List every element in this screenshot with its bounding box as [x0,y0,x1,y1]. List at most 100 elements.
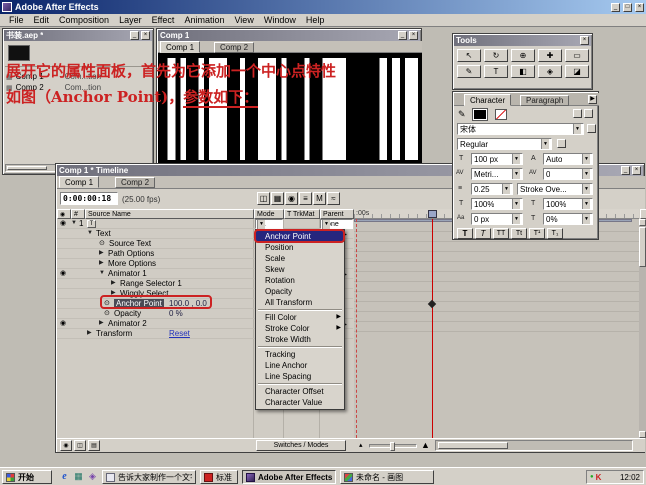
menu-item-rotation[interactable]: Rotation [256,275,344,286]
property-label[interactable]: Range Selector 1 [120,279,182,288]
project-scroll-thumb[interactable] [7,166,47,170]
menu-item-tracking[interactable]: Tracking [256,349,344,360]
tools-close-button[interactable]: × [580,36,589,45]
menu-item-stroke-width[interactable]: Stroke Width [256,334,344,345]
task-paint[interactable]: 未命名 - 画图 [340,470,434,484]
blend-mode-select[interactable]: N.. ▼ [255,219,283,229]
twirl-icon[interactable]: ▶ [87,329,92,338]
property-label[interactable]: Animator 1 [108,269,147,278]
twirl-icon[interactable]: ▼ [99,269,105,278]
type-tool-button[interactable]: T [484,65,508,78]
timeline-close-button[interactable]: × [632,166,641,175]
switches-modes-button[interactable]: Switches / Modes [256,440,346,451]
property-value[interactable]: 0 % [169,309,183,318]
project-panel-titlebar[interactable]: 书装.aep * _ × [4,30,152,41]
default-colors-button[interactable] [584,109,593,118]
menu-item-all-transform[interactable]: All Transform [256,297,344,308]
stroke-color-swatch[interactable] [495,109,507,120]
property-label[interactable]: Source Text [109,239,151,248]
menu-item-skew[interactable]: Skew [256,264,344,275]
app-titlebar[interactable]: Adobe After Effects _ □ × [0,0,646,14]
frame-blend-button[interactable]: ≡ [299,192,312,205]
parent-select[interactable]: ◎ None ▼ [320,219,353,229]
menu-item-character-value[interactable]: Character Value [256,397,344,408]
eraser-tool-button[interactable]: ◪ [565,65,589,78]
subscript-button[interactable]: T₁ [547,228,563,239]
flowchart-button[interactable]: ◫ [257,192,270,205]
project-minimize-button[interactable]: _ [130,31,139,40]
font-style-select[interactable]: Regular ▼ [457,138,552,150]
tsume-select[interactable]: 0% ▼ [543,213,593,225]
font-family-select[interactable]: 宋体 ▼ [457,123,584,135]
menu-item-scale[interactable]: Scale [256,253,344,264]
horizontal-scale-select[interactable]: 100% ▼ [543,198,593,210]
faux-italic-button[interactable]: T [475,228,491,239]
stopwatch-icon[interactable]: ⊙ [104,309,110,318]
menu-item-opacity[interactable]: Opacity [256,286,344,297]
menu-view[interactable]: View [229,15,258,25]
composition-titlebar[interactable]: Comp 1 _ × [158,30,420,41]
eye-icon[interactable]: ◉ [60,219,66,228]
twirl-icon[interactable]: ▶ [111,279,116,288]
baseline-shift-select[interactable]: 0 px ▼ [471,213,523,225]
eye-icon[interactable]: ◉ [60,319,66,328]
twirl-icon[interactable]: ▶ [99,259,104,268]
start-button[interactable]: 开始 [2,470,52,484]
tracking-select[interactable]: 0 ▼ [543,168,593,180]
leading-select[interactable]: Auto ▼ [543,153,593,165]
pane-toggle-button-1[interactable]: ◉ [60,440,72,451]
superscript-button[interactable]: T¹ [529,228,545,239]
close-button[interactable]: × [635,2,644,12]
minimize-button[interactable]: _ [611,2,620,12]
current-time-indicator-line[interactable] [432,219,433,438]
composition-tab-comp2[interactable]: Comp 2 [214,42,255,53]
tab-paragraph[interactable]: Paragraph [520,95,570,106]
font-stepper[interactable] [587,124,596,133]
rotation-tool-button[interactable]: ↻ [484,49,508,62]
menu-item-line-spacing[interactable]: Line Spacing [256,371,344,382]
zoom-slider-thumb[interactable] [390,442,395,451]
all-caps-button[interactable]: TT [493,228,509,239]
menu-window[interactable]: Window [259,15,301,25]
menu-item-line-anchor[interactable]: Line Anchor [256,360,344,371]
current-time-indicator-handle[interactable] [428,210,437,218]
pen-tool-button[interactable]: ✎ [457,65,481,78]
twirl-icon[interactable]: ▶ [99,319,104,328]
small-caps-button[interactable]: Tt [511,228,527,239]
eyedropper-icon[interactable]: ✎ [458,109,466,120]
menu-layer[interactable]: Layer [114,15,147,25]
timeline-tab-comp2[interactable]: Comp 2 [115,177,156,188]
pan-behind-tool-button[interactable]: ✚ [538,49,562,62]
menu-edit[interactable]: Edit [29,15,55,25]
pane-toggle-button-3[interactable]: ▤ [88,440,100,451]
scroll-down-arrow[interactable] [639,431,646,438]
stopwatch-icon[interactable]: ⊙ [99,239,105,248]
fill-color-swatch[interactable] [472,108,488,121]
menu-item-fill-color[interactable]: Fill Color ▶ [256,312,344,323]
palette-menu-button[interactable]: ▶ [588,95,597,104]
graph-editor-button[interactable]: ≈ [327,192,340,205]
brush-tool-button[interactable]: ◧ [511,65,535,78]
property-label[interactable]: More Options [108,259,156,268]
faux-bold-button[interactable]: T [457,228,473,239]
menu-item-character-offset[interactable]: Character Offset [256,386,344,397]
timecode-field[interactable]: 0:00:00:18 [60,192,118,205]
quick-launch-internet-explorer[interactable]: e [58,471,71,483]
orbit-camera-tool-button[interactable]: ⊕ [511,49,535,62]
menu-animation[interactable]: Animation [179,15,229,25]
timeline-horizontal-scrollbar[interactable] [435,440,633,451]
tray-antivirus-icon[interactable]: K [596,473,602,482]
menu-item-position[interactable]: Position [256,242,344,253]
quick-launch-show-desktop[interactable]: ▦ [72,471,85,483]
eye-icon[interactable]: ◉ [60,269,66,278]
twirl-icon[interactable]: ▼ [71,219,77,228]
motion-blur-button[interactable]: M [313,192,326,205]
zoom-slider-track[interactable] [369,442,417,451]
selection-tool-button[interactable]: ↖ [457,49,481,62]
scroll-up-arrow[interactable] [639,219,646,226]
menu-effect[interactable]: Effect [147,15,180,25]
tray-status-icon[interactable]: ● [590,474,594,480]
tools-titlebar[interactable]: Tools × [454,35,591,46]
property-label[interactable]: Transform [96,329,132,338]
timeline-minimize-button[interactable]: _ [621,166,630,175]
